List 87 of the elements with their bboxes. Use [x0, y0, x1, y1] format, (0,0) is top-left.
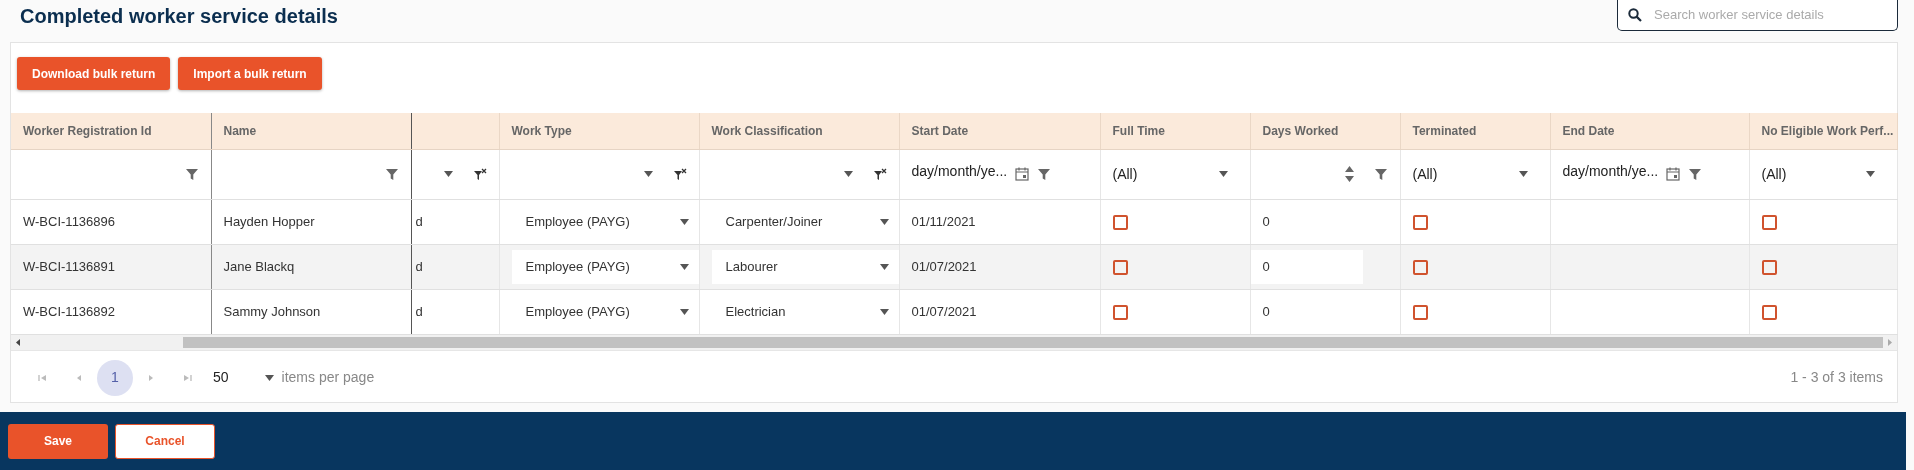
page-size-dropdown[interactable]: 50 — [213, 367, 274, 388]
caret-icon — [1518, 171, 1528, 177]
table-cell: 01/07/2021 — [911, 258, 977, 274]
caret-icon — [679, 263, 689, 270]
clear-filter-icon[interactable] — [872, 167, 887, 181]
filter-select[interactable]: (All) — [1761, 163, 1856, 185]
column-header: Work Type — [499, 113, 699, 149]
column-header: Work Classification — [699, 113, 899, 149]
table-cell: 01/07/2021 — [911, 303, 977, 319]
filter-icon[interactable] — [1037, 167, 1052, 181]
caret-icon — [264, 374, 274, 381]
table-row[interactable]: W-BCI-1136896 Hayden Hopper d Employee (PAYG) Carpenter/Joiner 01/11/2021 0 — [11, 199, 1897, 244]
page-size-label: items per page — [281, 368, 375, 387]
clear-filter-icon[interactable] — [472, 167, 487, 181]
caret-icon — [843, 171, 853, 177]
caret-icon — [1218, 171, 1228, 177]
first-page-icon — [38, 372, 48, 383]
checkbox[interactable] — [1112, 304, 1128, 320]
checkbox[interactable] — [1412, 214, 1428, 230]
clear-filter-icon[interactable] — [672, 167, 687, 181]
calendar-icon[interactable] — [1015, 167, 1030, 181]
checkbox[interactable] — [1761, 259, 1777, 275]
table-cell: Hayden Hopper — [223, 213, 315, 229]
toolbar-button[interactable]: Download bulk return — [17, 57, 171, 90]
caret-icon — [679, 218, 689, 225]
cancel-button[interactable]: Cancel — [115, 423, 215, 459]
filter-icon[interactable] — [1688, 167, 1703, 181]
checkbox[interactable] — [1112, 259, 1128, 275]
date-filter-field[interactable]: day/month/ye... — [1562, 160, 1659, 182]
filter-select[interactable]: (All) — [1412, 163, 1509, 185]
checkbox[interactable] — [1412, 304, 1428, 320]
checkbox[interactable] — [1412, 259, 1428, 275]
caret-icon — [879, 218, 889, 225]
table-cell: W-BCI-1136896 — [23, 213, 115, 229]
cell-dropdown[interactable]: Carpenter/Joiner — [711, 204, 899, 239]
column-header: No Eligible Work Perf... — [1749, 113, 1897, 149]
cell-dropdown[interactable]: Employee (PAYG) — [511, 249, 699, 284]
cell-dropdown[interactable]: Employee (PAYG) — [511, 204, 699, 239]
column-header: End Date — [1550, 113, 1749, 149]
page-title: Completed worker service details — [19, 4, 338, 28]
filter-icon[interactable] — [384, 167, 399, 181]
number-field[interactable]: 0 — [1250, 204, 1363, 239]
checkbox[interactable] — [1761, 304, 1777, 320]
caret-icon — [1865, 171, 1875, 177]
search-icon — [1628, 8, 1642, 22]
cell-dropdown[interactable]: Employee (PAYG) — [511, 294, 699, 329]
pager-summary: 1 - 3 of 3 items — [1790, 368, 1883, 387]
toolbar-button[interactable]: Import a bulk return — [178, 57, 322, 90]
caret-icon — [679, 308, 689, 315]
filter-select[interactable]: (All) — [1112, 163, 1209, 185]
date-filter-field[interactable]: day/month/ye... — [911, 160, 1008, 182]
caret-icon — [643, 171, 653, 177]
search-field[interactable]: Search worker service details — [1652, 4, 1887, 26]
column-header: Days Worked — [1250, 113, 1400, 149]
checkbox[interactable] — [1761, 214, 1777, 230]
search-box[interactable]: Search worker service details — [1617, 0, 1898, 31]
column-header: Terminated — [1400, 113, 1550, 149]
number-field[interactable]: 0 — [1250, 294, 1363, 329]
table-cell: W-BCI-1136892 — [23, 303, 115, 319]
cell-dropdown[interactable]: Electrician — [711, 294, 899, 329]
column-header: Worker Registration Id — [11, 113, 211, 149]
checkbox[interactable] — [1112, 214, 1128, 230]
table-row[interactable]: W-BCI-1136892 Sammy Johnson d Employee (PAYG) Electrician 01/07/2021 0 — [11, 289, 1897, 334]
scrollbar-thumb[interactable] — [183, 336, 1883, 348]
caret-icon — [879, 308, 889, 315]
spinner-icon[interactable] — [1344, 166, 1354, 182]
table-cell: d — [415, 258, 423, 274]
table-cell: 01/11/2021 — [911, 213, 976, 229]
column-header: Start Date — [899, 113, 1100, 149]
table-cell: Jane Blackq — [223, 258, 295, 274]
table-cell: d — [415, 303, 423, 319]
caret-icon — [879, 263, 889, 270]
last-page-icon — [182, 372, 192, 383]
calendar-icon[interactable] — [1666, 167, 1681, 181]
filter-icon[interactable] — [184, 167, 199, 181]
page-button[interactable]: 1 — [97, 359, 133, 396]
filter-icon[interactable] — [1373, 167, 1388, 181]
table-cell: d — [415, 213, 423, 229]
column-header: Full Time — [1100, 113, 1250, 149]
table-cell: W-BCI-1136891 — [23, 258, 115, 274]
column-header: Name — [211, 113, 411, 149]
table-cell: Sammy Johnson — [223, 303, 321, 319]
caret-icon — [443, 171, 453, 177]
table-row[interactable]: W-BCI-1136891 Jane Blackq d Employee (PAYG) Labourer 01/07/2021 0 — [11, 244, 1897, 289]
cell-dropdown[interactable]: Labourer — [711, 249, 899, 284]
number-field[interactable]: 0 — [1250, 249, 1363, 284]
save-button[interactable]: Save — [8, 423, 108, 459]
